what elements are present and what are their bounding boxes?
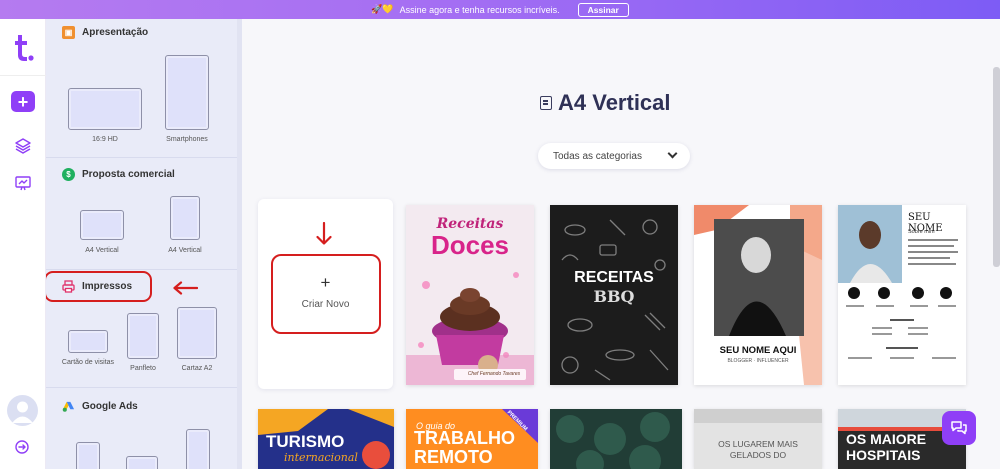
document-icon (540, 96, 552, 110)
format-thumb-business-card[interactable] (68, 330, 108, 353)
template-card[interactable]: PREMIUM O guia do TRABALHO REMOTO (406, 409, 538, 469)
template-title: TRABALHO (414, 428, 515, 448)
format-label: A4 Vertical (85, 247, 119, 254)
template-title-block: TRABALHO REMOTO (414, 429, 534, 467)
section-divider (46, 157, 242, 158)
template-subtitle: BLOGGER · INFLUENCER (727, 358, 789, 364)
format-label: 16:9 HD (92, 136, 118, 143)
template-title: GELADOS DO (729, 450, 787, 460)
template-title: OS LUGAREM MAIS (718, 439, 798, 449)
template-subtitle: Sobre mim (908, 229, 935, 235)
red-left-arrow (172, 281, 199, 300)
main-scrollbar[interactable] (993, 67, 1000, 267)
section-proposta-comercial[interactable]: $ Proposta comercial (62, 168, 175, 181)
template-card[interactable] (550, 409, 682, 469)
user-avatar[interactable] (7, 395, 38, 426)
presentation-check-icon[interactable] (14, 174, 32, 192)
format-thumb-flyer[interactable] (127, 313, 159, 359)
template-card[interactable]: Receitas Doces Chef Fernando Tavares (406, 205, 534, 385)
printer-icon (62, 280, 75, 293)
format-thumb-ad[interactable] (76, 442, 100, 469)
main-content: A4 Vertical Todas as categorias + Criar … (242, 19, 1000, 469)
template-title: RECEITAS (574, 269, 654, 286)
rail-divider (0, 75, 46, 76)
logout-icon[interactable] (14, 439, 30, 455)
page-title: A4 Vertical (540, 90, 671, 116)
template-card[interactable]: SEU NOME Sobre mim (838, 205, 966, 385)
template-title: SEU (908, 212, 931, 223)
logo-icon[interactable] (12, 31, 34, 63)
promo-text: Assine agora e tenha recursos incríveis. (399, 4, 560, 15)
app-root: 🚀💛 Assine agora e tenha recursos incríve… (0, 0, 1000, 469)
rocket-heart-icon: 🚀💛 (371, 4, 394, 14)
page-title-text: A4 Vertical (558, 90, 671, 115)
template-sidebar: ▣ Apresentação 16:9 HD Smartphones $ Pro… (46, 19, 242, 469)
template-title: HOSPITAIS (846, 447, 921, 463)
template-title: TURISMO (266, 432, 345, 451)
format-thumb-ad[interactable] (186, 429, 210, 469)
format-thumb-poster-a2[interactable] (177, 307, 217, 359)
section-title: Google Ads (82, 401, 138, 412)
chevron-down-icon (667, 148, 678, 159)
template-card[interactable]: TURISMO internacional (258, 409, 394, 469)
template-preview (550, 409, 682, 469)
section-divider (46, 269, 242, 270)
subscribe-button[interactable]: Assinar (577, 2, 629, 17)
template-card[interactable]: SEU NOME AQUI BLOGGER · INFLUENCER (694, 205, 822, 385)
format-thumb-a4-vertical[interactable] (170, 196, 200, 240)
format-thumb-16-9[interactable] (68, 88, 142, 130)
google-ads-icon (62, 400, 75, 413)
create-new-label: Criar Novo (301, 299, 350, 310)
chat-bubbles-icon[interactable] (942, 411, 976, 445)
template-title: BBQ (593, 287, 635, 306)
template-title: Doces (430, 230, 510, 260)
section-google-ads[interactable]: Google Ads (62, 400, 138, 413)
category-select[interactable]: Todas as categorias (538, 143, 690, 169)
template-title: REMOTO (414, 447, 493, 467)
format-label: Cartaz A2 (181, 365, 213, 372)
plus-icon: + (320, 273, 331, 292)
format-label: Panfleto (130, 365, 156, 372)
highlight-create-new (271, 254, 381, 334)
plus-icon[interactable]: + (11, 91, 35, 112)
format-label: Smartphones (166, 136, 208, 143)
promo-banner: 🚀💛 Assine agora e tenha recursos incríve… (0, 0, 1000, 19)
section-title: Proposta comercial (82, 169, 175, 180)
format-thumb-a4-horizontal[interactable] (80, 210, 124, 240)
format-thumb-ad[interactable] (126, 456, 158, 469)
left-rail: + (0, 19, 46, 469)
format-label: A4 Vertical (168, 247, 202, 254)
create-new-card[interactable]: + Criar Novo (258, 199, 393, 389)
category-select-value: Todas as categorias (553, 150, 642, 162)
section-title: Apresentação (82, 27, 149, 38)
dollar-icon: $ (62, 168, 75, 181)
section-apresentacao[interactable]: ▣ Apresentação (62, 26, 148, 39)
template-footer: Chef Fernando Tavares (467, 371, 521, 377)
template-card[interactable]: OS LUGAREM MAIS GELADOS DO (694, 409, 822, 469)
section-title: Impressos (82, 281, 133, 292)
template-title-block: OS LUGAREM MAIS GELADOS DO (694, 439, 822, 461)
format-thumb-smartphones[interactable] (165, 55, 209, 130)
red-down-arrow (315, 221, 333, 251)
format-label: Cartão de visitas (61, 359, 115, 366)
template-subtitle: internacional (284, 451, 358, 464)
template-card[interactable]: RECEITAS BBQ (550, 205, 678, 385)
section-impressos[interactable]: Impressos (62, 280, 132, 293)
layers-icon[interactable] (14, 137, 32, 155)
presentation-icon: ▣ (62, 26, 75, 39)
template-title: SEU NOME AQUI (719, 345, 797, 356)
template-title: OS MAIORE (846, 431, 927, 447)
section-divider (46, 387, 242, 388)
